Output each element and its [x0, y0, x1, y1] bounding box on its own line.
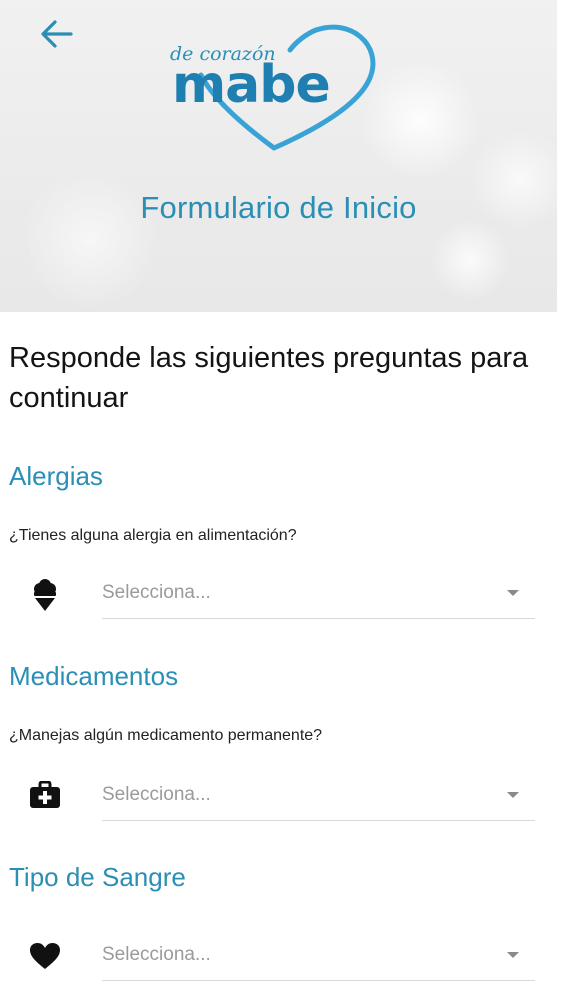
- ice-cream-icon: [28, 578, 62, 612]
- arrow-left-icon: [41, 20, 73, 48]
- chevron-down-icon: [507, 792, 519, 798]
- back-button[interactable]: [34, 14, 78, 54]
- section-title-medicamentos: Medicamentos: [9, 661, 179, 691]
- medicamentos-select[interactable]: Selecciona...: [102, 774, 535, 821]
- heart-icon: [28, 939, 62, 973]
- section-title-tipo-de-sangre: Tipo de Sangre: [9, 862, 186, 892]
- medicamentos-select-placeholder: Selecciona...: [102, 784, 211, 805]
- page-title: Formulario de Inicio: [140, 190, 417, 225]
- chevron-down-icon: [507, 590, 519, 596]
- logo-brand: mabe: [172, 55, 330, 115]
- alergias-select-placeholder: Selecciona...: [102, 582, 211, 603]
- alergias-select[interactable]: Selecciona...: [102, 572, 535, 619]
- header-banner: de corazón mabe Formulario de Inicio: [0, 0, 557, 312]
- intro-heading: Responde las siguientes preguntas para c…: [9, 342, 529, 414]
- question-alergias: ¿Tienes alguna alergia en alimentación?: [9, 527, 297, 544]
- chevron-down-icon: [507, 952, 519, 958]
- question-medicamentos: ¿Manejas algún medicamento permanente?: [9, 727, 323, 744]
- mabe-logo: de corazón mabe: [170, 24, 376, 151]
- tipo-de-sangre-select-placeholder: Selecciona...: [102, 944, 211, 965]
- section-title-alergias: Alergias: [9, 461, 103, 491]
- tipo-de-sangre-select[interactable]: Selecciona...: [102, 934, 535, 981]
- first-aid-kit-icon: [28, 778, 62, 812]
